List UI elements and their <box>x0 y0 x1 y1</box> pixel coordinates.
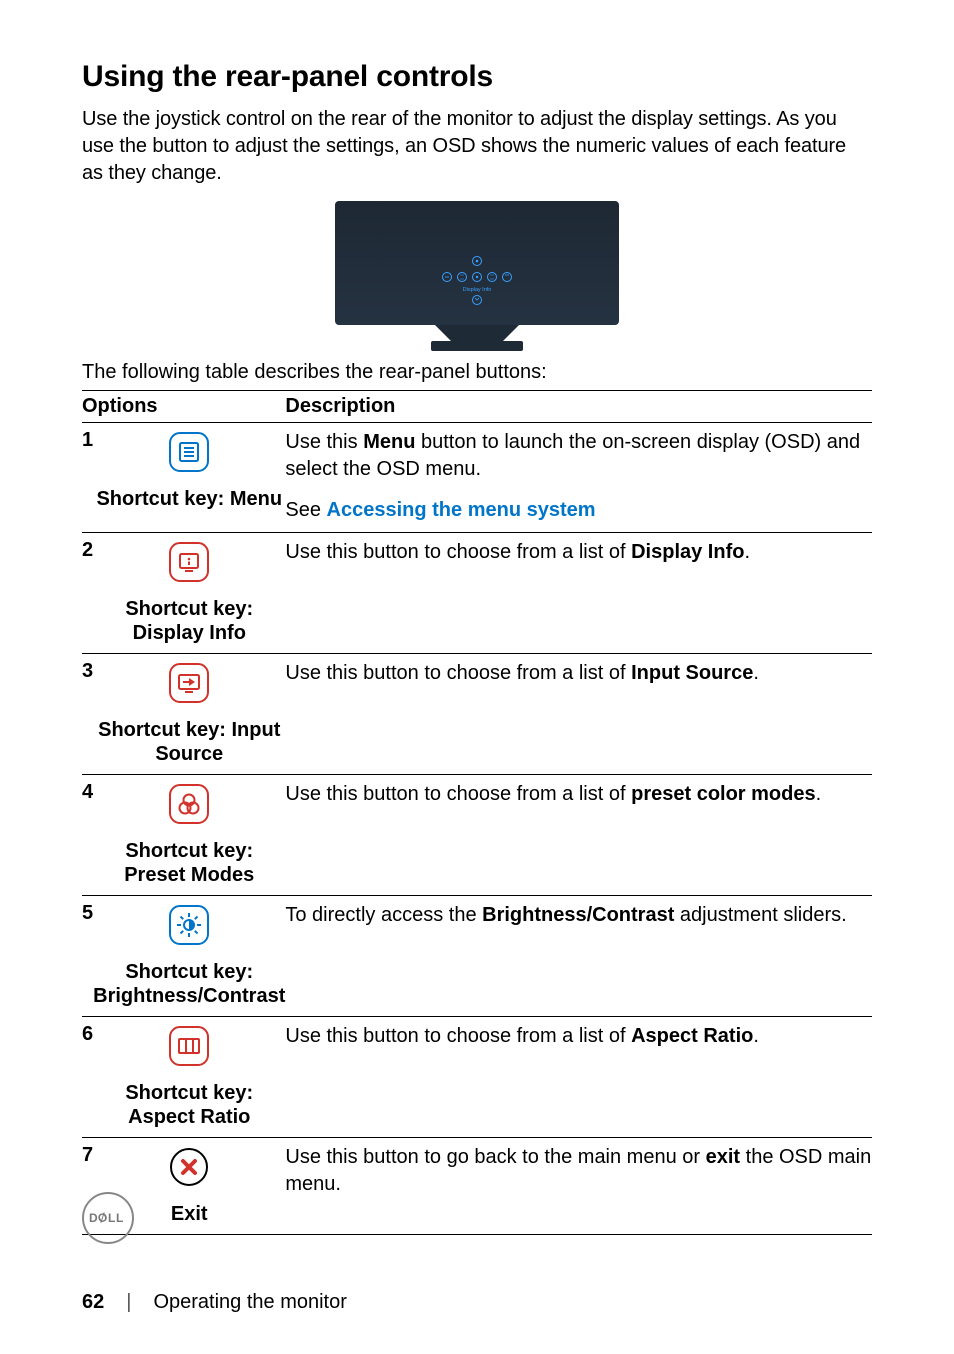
monitor-rear-figure: Display Info <box>82 201 872 353</box>
row-number: 6 <box>82 1017 93 1138</box>
shortcut-label: Shortcut key: Menu <box>93 487 285 511</box>
row-description: To directly access the Brightness/Contra… <box>285 896 872 1017</box>
page-number: 62 <box>82 1291 104 1314</box>
table-row: 5 <box>82 896 872 1017</box>
shortcut-label: Shortcut key:Brightness/Contrast <box>93 960 285 1008</box>
aspect-ratio-icon <box>168 1025 210 1067</box>
row-description: Use this Menu button to launch the on-sc… <box>285 423 872 533</box>
input-source-icon <box>168 662 210 704</box>
preset-modes-icon <box>168 783 210 825</box>
footer-separator: | <box>126 1291 131 1314</box>
table-row: 3 Shortcut key: InputSource <box>82 654 872 775</box>
section-heading: Using the rear-panel controls <box>82 60 872 94</box>
row-number: 1 <box>82 423 93 533</box>
table-row: 6 Shortcut key:Aspect Ratio <box>82 1017 872 1138</box>
header-description: Description <box>285 391 872 423</box>
shortcut-label: Shortcut key:Preset Modes <box>93 839 285 887</box>
row-number: 5 <box>82 896 93 1017</box>
rear-panel-options-table: Options Description 1 <box>82 390 872 1235</box>
page-footer: 62 | Operating the monitor <box>82 1291 347 1314</box>
row-description: Use this button to choose from a list of… <box>285 533 872 654</box>
table-row: 1 Shortcut key: Menu Use this <box>82 423 872 533</box>
row-description: Use this button to choose from a list of… <box>285 775 872 896</box>
row-description: Use this button to go back to the main m… <box>285 1138 872 1235</box>
svg-text:L: L <box>116 1211 124 1225</box>
shortcut-label: Shortcut key: InputSource <box>93 718 285 766</box>
dell-logo-icon: D Ø L L <box>82 1192 134 1244</box>
menu-icon <box>168 431 210 473</box>
svg-text:L: L <box>108 1211 116 1225</box>
accessing-menu-system-link[interactable]: Accessing the menu system <box>327 499 596 521</box>
header-options: Options <box>82 391 285 423</box>
row-number: 4 <box>82 775 93 896</box>
exit-icon <box>168 1146 210 1188</box>
row-number: 3 <box>82 654 93 775</box>
chapter-title: Operating the monitor <box>153 1291 346 1314</box>
table-row: 2 Shortcut key:Display Info <box>82 533 872 654</box>
row-number: 2 <box>82 533 93 654</box>
table-intro: The following table describes the rear-p… <box>82 361 872 384</box>
table-row: 4 Shortcut key:Preset Modes <box>82 775 872 896</box>
shortcut-label: Shortcut key:Aspect Ratio <box>93 1081 285 1129</box>
brightness-contrast-icon <box>168 904 210 946</box>
row-description: Use this button to choose from a list of… <box>285 1017 872 1138</box>
osd-hint-text: Display Info <box>463 287 492 293</box>
display-info-icon <box>168 541 210 583</box>
intro-paragraph: Use the joystick control on the rear of … <box>82 106 872 187</box>
table-row: 7 Exit Use this button to go back to the… <box>82 1138 872 1235</box>
shortcut-label: Shortcut key:Display Info <box>93 597 285 645</box>
row-description: Use this button to choose from a list of… <box>285 654 872 775</box>
